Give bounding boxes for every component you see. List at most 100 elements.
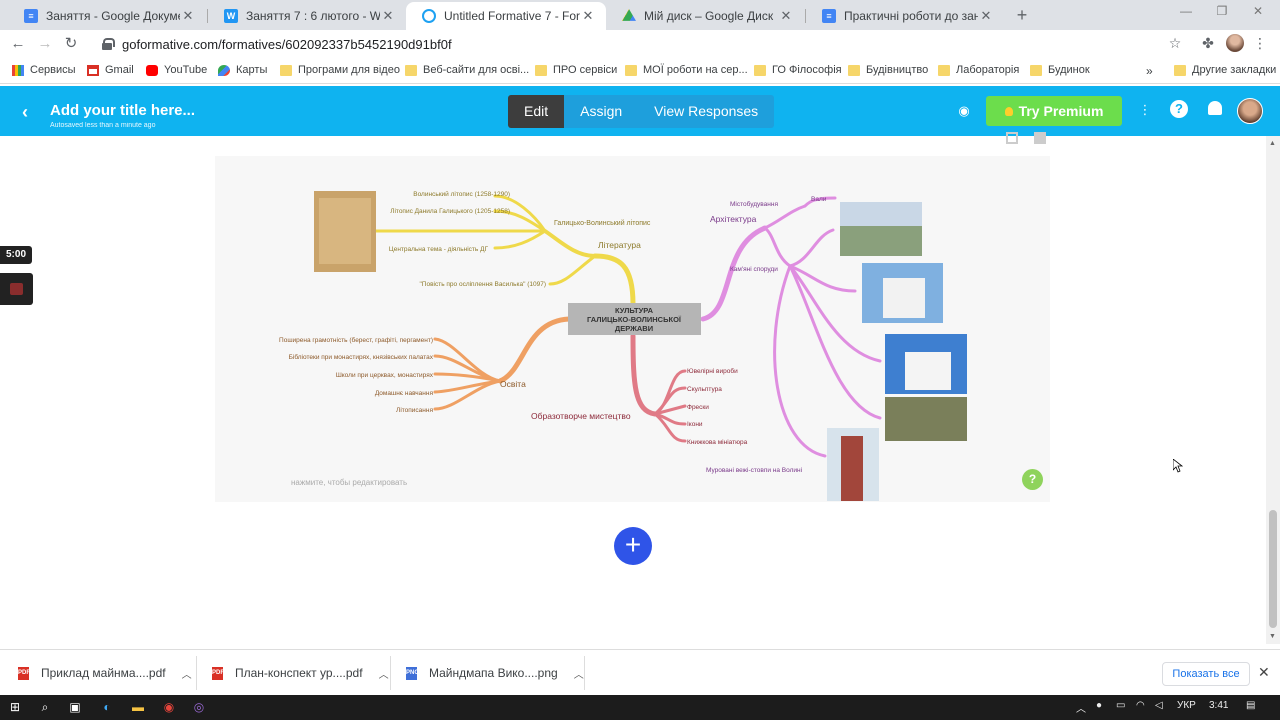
bookmark-item[interactable]: Лабораторія bbox=[938, 64, 1019, 76]
browser-tab[interactable]: Мій диск – Google Диск ✕ bbox=[606, 2, 804, 30]
back-icon[interactable]: ← bbox=[9, 35, 27, 53]
duplicate-icon[interactable] bbox=[1006, 132, 1018, 144]
browser-profile-avatar[interactable] bbox=[1226, 34, 1244, 52]
folder-icon bbox=[938, 64, 950, 76]
download-item[interactable]: PDF План-конспект ур....pdf ︿ bbox=[212, 650, 389, 696]
download-item[interactable]: PNG Майндмапа Вико....png ︿ bbox=[406, 650, 584, 696]
other-bookmarks[interactable]: Другие закладки bbox=[1174, 64, 1276, 76]
back-chevron-icon[interactable]: ‹ bbox=[22, 102, 28, 123]
star-icon[interactable]: ☆ bbox=[1165, 35, 1185, 52]
bookmarks-overflow-button[interactable]: » bbox=[1146, 64, 1153, 78]
bookmark-item[interactable]: YouTube bbox=[146, 64, 207, 76]
mode-switcher: Edit Assign View Responses bbox=[508, 95, 775, 128]
gmail-icon bbox=[87, 64, 99, 76]
edge-icon[interactable]: ◐ bbox=[98, 699, 116, 716]
bookmark-label: Gmail bbox=[105, 64, 134, 76]
user-avatar[interactable] bbox=[1237, 98, 1263, 124]
maximize-icon[interactable]: ❐ bbox=[1207, 4, 1237, 18]
browser-tab[interactable]: ≡ Практичні роботи до занять ку… ✕ bbox=[806, 2, 1004, 30]
bookmark-item[interactable]: ПРО сервіси bbox=[535, 64, 617, 76]
premium-label: Try Premium bbox=[1018, 103, 1104, 119]
tab-assign[interactable]: Assign bbox=[564, 95, 639, 128]
lightbulb-icon bbox=[1004, 106, 1013, 116]
extensions-icon[interactable]: ✤ bbox=[1198, 35, 1218, 52]
language-indicator[interactable]: УКР bbox=[1177, 700, 1196, 711]
minimize-icon[interactable]: — bbox=[1171, 4, 1201, 18]
clock[interactable]: 3:41 bbox=[1209, 700, 1228, 711]
pdf-file-icon: PDF bbox=[212, 666, 224, 680]
bookmark-item[interactable]: Будівництво bbox=[848, 64, 928, 76]
formative-header: ‹ Add your title here... Autosaved less … bbox=[0, 86, 1280, 136]
page-scrollbar[interactable]: ▲ ▼ bbox=[1266, 136, 1280, 644]
close-icon[interactable]: ✕ bbox=[380, 8, 396, 24]
close-icon[interactable]: ✕ bbox=[580, 8, 596, 24]
close-downloads-icon[interactable]: ✕ bbox=[1258, 664, 1270, 681]
help-question-icon[interactable]: ? bbox=[1022, 469, 1043, 490]
bookmark-item[interactable]: ГО Філософія bbox=[754, 64, 842, 76]
windows-start-icon[interactable]: ⊞ bbox=[6, 699, 24, 716]
chevron-up-icon[interactable]: ︿ bbox=[182, 666, 192, 681]
image-file-icon: PNG bbox=[406, 666, 419, 680]
bookmark-item[interactable]: Gmail bbox=[87, 64, 134, 76]
help-chat-icon[interactable]: ? bbox=[1170, 100, 1188, 118]
tab-view-responses[interactable]: View Responses bbox=[638, 95, 775, 128]
chevron-up-icon[interactable]: ︿ bbox=[379, 666, 389, 681]
bookmark-item[interactable]: Будинок bbox=[1030, 64, 1090, 76]
add-item-button[interactable]: + bbox=[614, 527, 652, 565]
tray-chevron-icon[interactable]: ︿ bbox=[1076, 700, 1086, 715]
delete-icon[interactable] bbox=[1034, 132, 1046, 144]
downloads-bar: PDF Приклад майнма....pdf ︿ PDF План-кон… bbox=[0, 649, 1280, 695]
microphone-icon[interactable]: ● bbox=[1096, 700, 1102, 711]
battery-icon[interactable]: ▭ bbox=[1116, 700, 1125, 711]
close-icon[interactable]: ✕ bbox=[180, 8, 196, 24]
address-bar[interactable]: goformative.com/formatives/602092337b545… bbox=[90, 32, 1190, 56]
close-icon[interactable]: ✕ bbox=[978, 8, 994, 24]
window-close-icon[interactable]: ✕ bbox=[1243, 4, 1273, 18]
folder-icon bbox=[535, 64, 547, 76]
tab-edit[interactable]: Edit bbox=[508, 95, 565, 128]
task-view-icon[interactable]: ▣ bbox=[66, 699, 84, 716]
pdf-file-icon: PDF bbox=[18, 666, 30, 680]
chrome-icon[interactable]: ◉ bbox=[160, 699, 178, 716]
center-line-3: ДЕРЖАВИ bbox=[615, 324, 653, 333]
wifi-icon[interactable]: ◠ bbox=[1136, 700, 1145, 711]
browser-tab[interactable]: ≡ Заняття - Google Документи ✕ bbox=[8, 2, 206, 30]
volume-icon[interactable]: ◁ bbox=[1155, 700, 1163, 711]
scroll-down-icon[interactable]: ▼ bbox=[1269, 633, 1276, 640]
bell-icon[interactable] bbox=[1208, 101, 1222, 115]
browser-menu-icon[interactable]: ⋮ bbox=[1250, 35, 1270, 52]
show-all-downloads-button[interactable]: Показать все bbox=[1162, 662, 1250, 686]
forward-icon[interactable]: → bbox=[36, 35, 54, 53]
divider bbox=[196, 656, 197, 690]
bookmark-item[interactable]: МОЇ роботи на сер... bbox=[625, 64, 748, 76]
try-premium-button[interactable]: Try Premium bbox=[986, 96, 1122, 126]
preview-eye-icon[interactable]: ◉ bbox=[951, 100, 977, 122]
literature-label: Література bbox=[598, 240, 641, 250]
bookmark-label: Програми для відео bbox=[298, 64, 400, 76]
notifications-icon[interactable]: ▤ bbox=[1246, 700, 1255, 711]
scroll-thumb[interactable] bbox=[1269, 510, 1277, 628]
bookmark-item[interactable]: Веб-сайти для осві... bbox=[405, 64, 529, 76]
bookmark-item[interactable]: Карты bbox=[218, 64, 267, 76]
chevron-up-icon[interactable]: ︿ bbox=[574, 666, 584, 681]
mindmap-image[interactable]: КУЛЬТУРА ГАЛИЦЬКО-ВОЛИНСЬКОЇ ДЕРЖАВИ Літ… bbox=[215, 156, 1050, 502]
download-item[interactable]: PDF Приклад майнма....pdf ︿ bbox=[18, 650, 192, 696]
close-icon[interactable]: ✕ bbox=[778, 8, 794, 24]
apps-grid-icon bbox=[12, 64, 24, 76]
browser-tab-active[interactable]: Untitled Formative 7 - Formative ✕ bbox=[406, 2, 606, 30]
viber-icon[interactable]: ◎ bbox=[190, 699, 208, 716]
file-explorer-icon[interactable]: ▬ bbox=[129, 699, 147, 716]
reload-icon[interactable]: ↻ bbox=[62, 35, 80, 53]
bookmark-item[interactable]: Програми для відео bbox=[280, 64, 400, 76]
formative-title[interactable]: Add your title here... bbox=[50, 102, 195, 119]
more-options-icon[interactable]: ⋮ bbox=[1135, 100, 1155, 120]
stop-recording-button[interactable] bbox=[0, 273, 33, 305]
art-item: Ікони bbox=[687, 421, 703, 428]
browser-tab[interactable]: W Заняття 7 : 6 лютого - Wakelet ✕ bbox=[208, 2, 406, 30]
scroll-up-icon[interactable]: ▲ bbox=[1269, 140, 1276, 147]
search-icon[interactable]: ⌕ bbox=[36, 699, 54, 716]
education-item: Бібліотеки при монастирях, князівських п… bbox=[289, 353, 434, 361]
new-tab-button[interactable]: + bbox=[1012, 5, 1032, 25]
bookmark-item[interactable]: Сервисы bbox=[12, 64, 76, 76]
bookmark-label: Будинок bbox=[1048, 64, 1090, 76]
